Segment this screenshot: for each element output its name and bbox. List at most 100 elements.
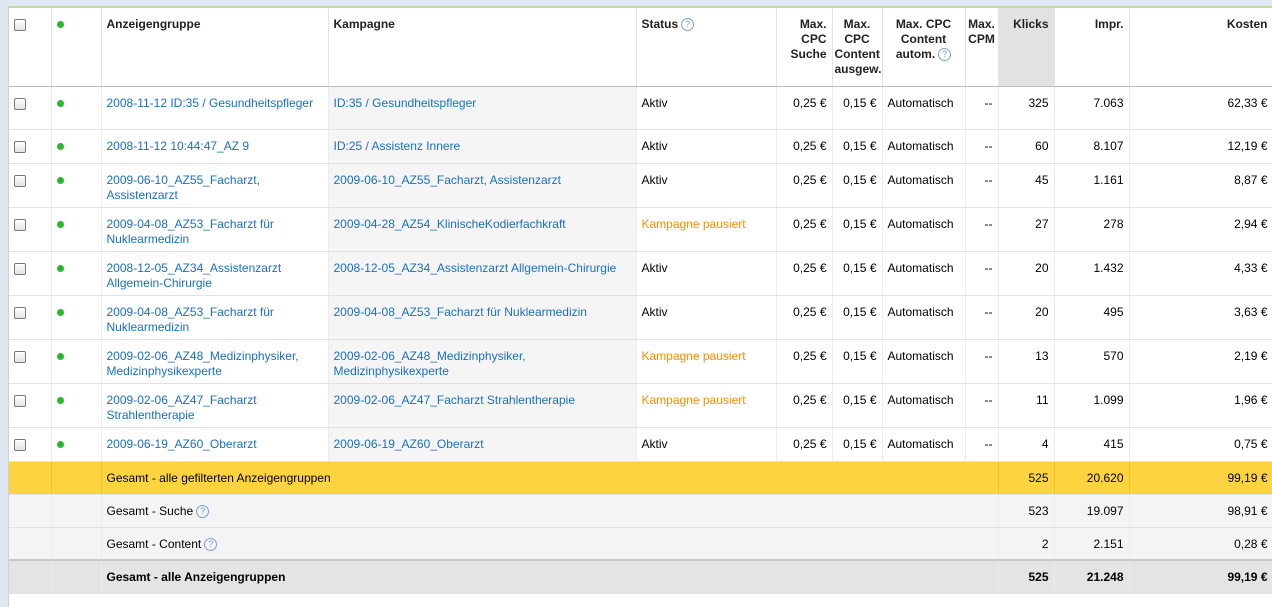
row-checkbox[interactable] — [14, 262, 26, 275]
row-select-cell — [9, 129, 52, 164]
cpc-content-cell[interactable]: 0,15 € — [832, 383, 883, 428]
header-anzeigengruppe[interactable]: Anzeigengruppe — [101, 8, 329, 87]
anzeigengruppe-link[interactable]: 2009-06-10_AZ55_Facharzt, Assistenzarzt — [107, 173, 260, 202]
klicks-cell: 27 — [998, 207, 1055, 252]
status-text: Aktiv — [641, 95, 668, 110]
kampagne-link[interactable]: 2009-06-10_AZ55_Facharzt, Assistenzarzt — [334, 173, 561, 187]
header-status[interactable]: Status? — [636, 8, 777, 87]
kosten-cell: 4,33 € — [1129, 251, 1272, 296]
status-dot-icon — [56, 21, 64, 28]
active-dot-icon — [56, 308, 64, 316]
cpc-suche-cell[interactable]: 0,25 € — [776, 339, 833, 384]
totals-label-cell: Gesamt - Suche? — [101, 494, 999, 528]
cpc-suche-cell[interactable]: 0,25 € — [776, 129, 833, 164]
row-checkbox[interactable] — [14, 140, 26, 153]
kampagne-link[interactable]: 2009-02-06_AZ48_Medizinphysiker, Medizin… — [334, 349, 526, 378]
status-cell: Kampagne pausiert — [636, 339, 777, 384]
klicks-cell: 45 — [998, 163, 1055, 208]
cpc-auto-cell: Automatisch — [882, 86, 966, 130]
anzeigengruppe-link[interactable]: 2008-11-12 10:44:47_AZ 9 — [107, 139, 250, 153]
totals-label-cell: Gesamt - alle gefilterten Anzeigengruppe… — [101, 461, 999, 495]
row-status-cell — [51, 251, 102, 296]
cpc-content-cell[interactable]: 0,15 € — [832, 427, 883, 462]
header-cpc-auto[interactable]: Max. CPC Content autom.? — [882, 8, 966, 87]
kampagne-link[interactable]: 2008-12-05_AZ34_Assistenzarzt Allgemein-… — [334, 261, 617, 275]
anzeigengruppe-link[interactable]: 2008-11-12 ID:35 / Gesundheitspfleger — [107, 96, 314, 110]
row-checkbox[interactable] — [14, 97, 26, 110]
kampagne-cell: 2008-12-05_AZ34_Assistenzarzt Allgemein-… — [328, 251, 637, 296]
table-row: 2009-04-08_AZ53_Facharzt für Nuklearmedi… — [9, 295, 1272, 340]
kosten-cell: 3,63 € — [1129, 295, 1272, 340]
totals-impr: 21.248 — [1054, 559, 1130, 594]
cpc-suche-cell[interactable]: 0,25 € — [776, 163, 833, 208]
row-select-cell — [9, 86, 52, 130]
active-dot-icon — [56, 142, 64, 150]
kampagne-link[interactable]: ID:25 / Assistenz Innere — [334, 139, 461, 153]
row-checkbox[interactable] — [14, 174, 26, 187]
cpc-suche-cell[interactable]: 0,25 € — [776, 427, 833, 462]
kampagne-link[interactable]: 2009-04-08_AZ53_Facharzt für Nuklearmedi… — [334, 305, 587, 319]
table-row: 2009-02-06_AZ47_Facharzt Strahlentherapi… — [9, 383, 1272, 428]
totals-help-icon[interactable]: ? — [204, 537, 218, 551]
cpc-auto-help-icon[interactable]: ? — [938, 48, 952, 62]
header-cpc-content[interactable]: Max. CPC Content ausgew. — [832, 8, 883, 87]
header-kampagne[interactable]: Kampagne — [328, 8, 637, 87]
kampagne-link[interactable]: 2009-06-19_AZ60_Oberarzt — [334, 437, 484, 451]
totals-label: Gesamt - alle Anzeigengruppen — [106, 570, 286, 584]
cpc-suche-cell[interactable]: 0,25 € — [776, 295, 833, 340]
totals-help-icon[interactable]: ? — [196, 504, 210, 518]
cpc-content-cell[interactable]: 0,15 € — [832, 129, 883, 164]
cpc-content-cell[interactable]: 0,15 € — [832, 207, 883, 252]
anzeigengruppe-link[interactable]: 2009-04-08_AZ53_Facharzt für Nuklearmedi… — [107, 305, 274, 334]
anzeigengruppe-link[interactable]: 2008-12-05_AZ34_Assistenzarzt Allgemein-… — [107, 261, 282, 290]
kampagne-link[interactable]: ID:35 / Gesundheitspfleger — [334, 96, 477, 110]
kampagne-link[interactable]: 2009-02-06_AZ47_Facharzt Strahlentherapi… — [334, 393, 576, 407]
cpc-auto-cell: Automatisch — [882, 427, 966, 462]
klicks-cell: 325 — [998, 86, 1055, 130]
kampagne-link[interactable]: 2009-04-28_AZ54_KlinischeKodierfachkraft — [334, 217, 566, 231]
row-checkbox[interactable] — [14, 306, 26, 319]
header-kosten[interactable]: Kosten — [1129, 8, 1272, 87]
cpc-auto-cell: Automatisch — [882, 295, 966, 340]
row-checkbox[interactable] — [14, 438, 26, 451]
row-checkbox[interactable] — [14, 350, 26, 363]
cpc-auto-cell: Automatisch — [882, 339, 966, 384]
header-impr[interactable]: Impr. — [1054, 8, 1130, 87]
status-cell: Aktiv — [636, 251, 777, 296]
row-checkbox[interactable] — [14, 394, 26, 407]
cpc-suche-cell[interactable]: 0,25 € — [776, 86, 833, 130]
kosten-cell: 0,75 € — [1129, 427, 1272, 462]
row-status-cell — [51, 86, 102, 130]
kampagne-cell: ID:35 / Gesundheitspfleger — [328, 86, 637, 130]
totals-label-cell: Gesamt - alle Anzeigengruppen — [101, 559, 999, 594]
table-row: 2009-02-06_AZ48_Medizinphysiker, Medizin… — [9, 339, 1272, 384]
cpc-content-cell[interactable]: 0,15 € — [832, 295, 883, 340]
anzeigengruppe-cell: 2008-11-12 10:44:47_AZ 9 — [101, 129, 329, 164]
klicks-cell: 20 — [998, 295, 1055, 340]
status-help-icon[interactable]: ? — [681, 18, 695, 32]
impr-cell: 1.161 — [1054, 163, 1130, 208]
totals-klicks: 525 — [998, 559, 1055, 594]
kampagne-cell: 2009-06-19_AZ60_Oberarzt — [328, 427, 637, 462]
cpc-suche-cell[interactable]: 0,25 € — [776, 383, 833, 428]
cpc-content-cell[interactable]: 0,15 € — [832, 86, 883, 130]
cpc-content-cell[interactable]: 0,15 € — [832, 163, 883, 208]
row-checkbox[interactable] — [14, 218, 26, 231]
impr-cell: 8.107 — [1054, 129, 1130, 164]
row-status-cell — [51, 207, 102, 252]
header-cpc-content-l2: CPC — [844, 32, 870, 46]
anzeigengruppe-link[interactable]: 2009-02-06_AZ47_Facharzt Strahlentherapi… — [107, 393, 257, 422]
header-cpc-suche[interactable]: Max. CPC Suche — [776, 8, 833, 87]
status-cell: Aktiv — [636, 129, 777, 164]
anzeigengruppe-link[interactable]: 2009-02-06_AZ48_Medizinphysiker, Medizin… — [107, 349, 299, 378]
header-cpm[interactable]: Max. CPM — [965, 8, 999, 87]
anzeigengruppe-link[interactable]: 2009-04-08_AZ53_Facharzt für Nuklearmedi… — [107, 217, 274, 246]
header-klicks[interactable]: Klicks — [998, 8, 1055, 87]
totals-kosten: 99,19 € — [1129, 559, 1272, 594]
cpc-suche-cell[interactable]: 0,25 € — [776, 207, 833, 252]
anzeigengruppe-link[interactable]: 2009-06-19_AZ60_Oberarzt — [107, 437, 257, 451]
select-all-checkbox[interactable] — [14, 19, 26, 31]
cpc-content-cell[interactable]: 0,15 € — [832, 251, 883, 296]
cpc-content-cell[interactable]: 0,15 € — [832, 339, 883, 384]
cpc-suche-cell[interactable]: 0,25 € — [776, 251, 833, 296]
